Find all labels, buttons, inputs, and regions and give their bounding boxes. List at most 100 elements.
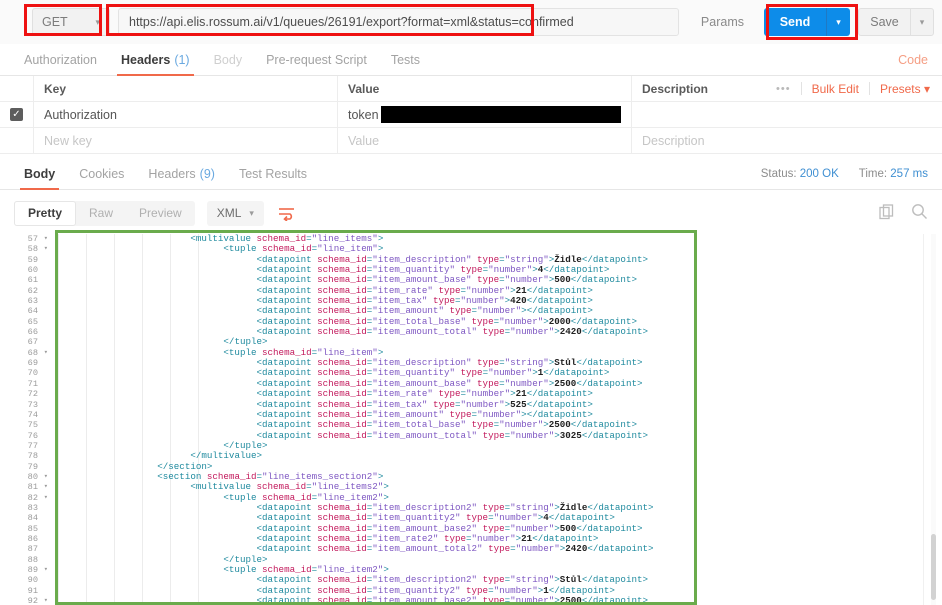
response-view-switch: Pretty Raw Preview: [14, 200, 195, 226]
chevron-down-icon: ▾: [95, 16, 100, 27]
tab-body-label: Body: [213, 52, 243, 67]
response-tab-headers-label: Headers: [148, 166, 196, 181]
row-value-cell[interactable]: token: [338, 102, 632, 127]
response-tab-headers[interactable]: Headers (9): [136, 158, 227, 190]
tab-tests[interactable]: Tests: [379, 44, 432, 76]
presets-button[interactable]: Presets ▾: [880, 82, 930, 96]
status-value: 200 OK: [799, 167, 839, 180]
headers-table-header-row: Key Value Description ••• Bulk Edit Pres…: [0, 76, 942, 102]
fold-toggle-icon[interactable]: ▾: [44, 234, 48, 244]
response-tab-test-results[interactable]: Test Results: [227, 158, 319, 190]
code-line-number-gutter: 57 ▾ 58 ▾ 59 60 61 62 63 64 65 66 67 68 ▾ 69 70 71 72 73 74 7…: [0, 234, 52, 605]
line-number: 74: [27, 409, 38, 420]
line-number: 79: [27, 461, 38, 472]
word-wrap-icon[interactable]: [276, 202, 298, 224]
table-row[interactable]: ✓ Authorization token: [0, 102, 942, 128]
copy-icon[interactable]: [879, 203, 895, 223]
line-number: 87: [27, 544, 38, 555]
fold-toggle-icon[interactable]: ▾: [44, 472, 48, 482]
word-wrap-glyph: [279, 207, 295, 221]
redacted-token-bar: [380, 106, 621, 123]
code-scrollbar-thumb[interactable]: [931, 534, 936, 600]
tab-body[interactable]: Body: [202, 44, 255, 76]
tab-headers[interactable]: Headers (1): [109, 44, 202, 76]
line-number: 82 ▾: [27, 492, 48, 503]
row-key-cell[interactable]: Authorization: [34, 102, 338, 127]
response-tab-cookies[interactable]: Cookies: [67, 158, 136, 190]
new-description-input-cell[interactable]: Description: [632, 128, 942, 153]
line-number: 78: [27, 451, 38, 462]
response-tab-cookies-label: Cookies: [79, 166, 125, 181]
request-url-bar: GET ▾ https://api.elis.rossum.ai/v1/queu…: [0, 0, 942, 44]
response-tab-bar: Body Cookies Headers (9) Test Results St…: [0, 158, 942, 190]
send-options-chevron-down-icon[interactable]: ▾: [826, 8, 850, 36]
fold-toggle-icon[interactable]: ▾: [44, 596, 48, 605]
headers-table-actions: ••• Bulk Edit Presets ▾: [776, 82, 942, 96]
http-method-dropdown[interactable]: GET ▾: [32, 8, 110, 36]
tab-tests-label: Tests: [390, 52, 421, 67]
column-header-key-label: Key: [44, 81, 67, 96]
response-tab-body-label: Body: [24, 166, 56, 181]
new-key-input-cell[interactable]: New key: [34, 128, 338, 153]
params-button[interactable]: Params: [689, 8, 756, 36]
line-number: 73: [27, 399, 38, 410]
column-header-description: Description ••• Bulk Edit Presets ▾: [632, 76, 942, 101]
send-button[interactable]: Send: [764, 8, 826, 36]
line-number: 76: [27, 430, 38, 441]
line-number: 85: [27, 523, 38, 534]
code-content[interactable]: <multivalue schema_id="line_items"> <tup…: [58, 234, 942, 605]
presets-label: Presets: [879, 81, 921, 96]
save-options-chevron-down-icon[interactable]: ▾: [910, 8, 934, 36]
fold-toggle-icon[interactable]: ▾: [44, 565, 48, 575]
send-button-group[interactable]: Send ▾: [764, 8, 850, 36]
url-input[interactable]: https://api.elis.rossum.ai/v1/queues/261…: [118, 8, 679, 36]
divider: [868, 82, 870, 95]
tab-pre-request-script[interactable]: Pre-request Script: [254, 44, 379, 76]
row-value-prefix: token: [348, 107, 379, 122]
http-method-selector[interactable]: GET ▾: [32, 8, 110, 36]
view-raw-button[interactable]: Raw: [76, 201, 126, 226]
response-toolbar: Pretty Raw Preview XML ▾: [0, 192, 942, 234]
row-description-cell[interactable]: [632, 102, 942, 127]
response-tab-headers-count: (9): [199, 166, 215, 181]
bulk-edit-button[interactable]: Bulk Edit: [812, 82, 859, 96]
line-number: 83: [27, 502, 38, 513]
tab-headers-count: (1): [174, 52, 190, 67]
search-glyph: [912, 204, 927, 219]
response-format-dropdown[interactable]: XML ▾: [206, 200, 264, 226]
fold-toggle-icon[interactable]: ▾: [44, 493, 48, 503]
search-icon[interactable]: [911, 203, 928, 223]
fold-toggle-icon[interactable]: ▾: [44, 244, 48, 254]
response-format-label: XML: [216, 206, 242, 220]
row-checkbox-cell[interactable]: ✓: [0, 102, 34, 127]
fold-toggle-icon[interactable]: ▾: [44, 348, 48, 358]
chevron-down-icon: ▾: [923, 81, 930, 96]
code-line: <datapoint schema_id="item_amount_base2"…: [256, 595, 648, 605]
response-tab-body[interactable]: Body: [12, 158, 67, 190]
header-select-all-cell: [0, 76, 34, 101]
line-number: 58 ▾: [27, 244, 48, 255]
new-value-input-cell[interactable]: Value: [338, 128, 632, 153]
tab-authorization-label: Authorization: [24, 52, 97, 67]
tab-authorization[interactable]: Authorization: [12, 44, 109, 76]
status-label: Status:: [760, 167, 797, 180]
more-options-icon[interactable]: •••: [776, 83, 791, 95]
view-pretty-button[interactable]: Pretty: [14, 200, 77, 226]
tab-pre-request-script-label: Pre-request Script: [266, 52, 367, 67]
view-preview-button[interactable]: Preview: [126, 201, 195, 226]
fold-toggle-icon[interactable]: ▾: [44, 482, 48, 492]
chevron-down-icon: ▾: [249, 207, 254, 218]
new-header-row[interactable]: New key Value Description: [0, 128, 942, 154]
code-link[interactable]: Code: [898, 53, 928, 67]
row-checkbox[interactable]: ✓: [10, 108, 23, 121]
url-input-wrapper[interactable]: https://api.elis.rossum.ai/v1/queues/261…: [118, 8, 679, 36]
new-row-checkbox-cell: [0, 128, 34, 153]
divider: [923, 234, 924, 605]
line-number: 61: [27, 275, 38, 286]
row-key-value: Authorization: [44, 107, 117, 122]
save-button[interactable]: Save: [858, 8, 910, 36]
line-number: 69: [27, 358, 38, 369]
http-method-label: GET: [42, 15, 68, 29]
line-number: 86: [27, 533, 38, 544]
response-body-code-viewer[interactable]: 57 ▾ 58 ▾ 59 60 61 62 63 64 65 66 67 68 ▾ 69 70 71 72 73 74 7…: [0, 234, 942, 605]
